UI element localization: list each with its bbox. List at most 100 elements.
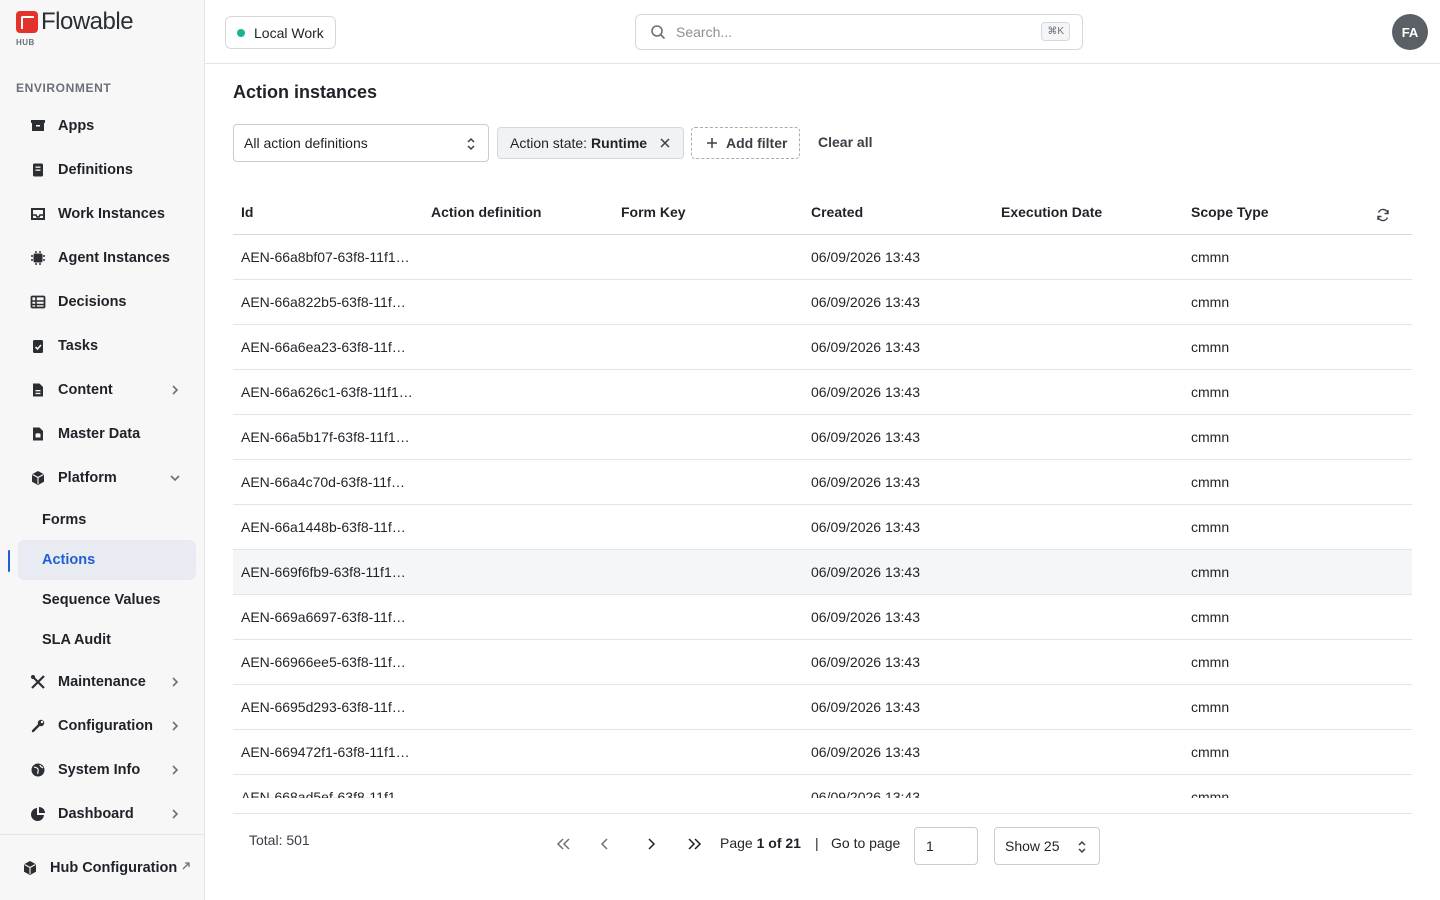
cell-created: 06/09/2026 13:43 bbox=[811, 249, 920, 265]
table-row[interactable]: AEN-669a6697-63f8-11f… 06/09/2026 13:43 cm… bbox=[233, 595, 1412, 640]
table-body: AEN-66a8bf07-63f8-11f1… 06/09/2026 13:43 c… bbox=[233, 235, 1412, 798]
cell-scope-type: cmmn bbox=[1191, 699, 1230, 715]
column-header-execution-date[interactable]: Execution Date bbox=[993, 204, 1183, 220]
table-row[interactable]: AEN-66966ee5-63f8-11f… 06/09/2026 13:43 cm… bbox=[233, 640, 1412, 685]
globe-icon bbox=[30, 762, 46, 778]
sidebar-item-content[interactable]: Content bbox=[18, 368, 196, 412]
sidebar-item-definitions[interactable]: Definitions bbox=[18, 148, 196, 192]
sidebar-subitem-sequence-values[interactable]: Sequence Values bbox=[18, 580, 196, 620]
user-avatar[interactable]: FA bbox=[1392, 14, 1428, 50]
shortcut-badge: ⌘K bbox=[1041, 22, 1070, 41]
column-header-scope-type[interactable]: Scope Type bbox=[1183, 204, 1373, 220]
sidebar-item-label: Dashboard bbox=[58, 806, 134, 822]
table-row[interactable]: AEN-66a822b5-63f8-11f… 06/09/2026 13:43 cm… bbox=[233, 280, 1412, 325]
clear-all-button[interactable]: Clear all bbox=[818, 134, 872, 150]
add-filter-label: Add filter bbox=[726, 135, 788, 151]
cell-created: 06/09/2026 13:43 bbox=[811, 564, 920, 580]
column-header-action-definition[interactable]: Action definition bbox=[423, 204, 613, 220]
previous-page-button[interactable] bbox=[595, 834, 615, 854]
column-header-id[interactable]: Id bbox=[233, 204, 423, 220]
sidebar-subitem-actions[interactable]: Actions bbox=[18, 540, 196, 580]
sidebar-item-tasks[interactable]: Tasks bbox=[18, 324, 196, 368]
sidebar-item-system-info[interactable]: System Info bbox=[18, 748, 196, 792]
select-arrows-icon bbox=[467, 137, 475, 151]
sidebar-item-label: Work Instances bbox=[58, 206, 165, 222]
cell-id: AEN-6695d293-63f8-11f… bbox=[241, 699, 406, 715]
table-row[interactable]: AEN-66a1448b-63f8-11f… 06/09/2026 13:43 cm… bbox=[233, 505, 1412, 550]
first-page-button[interactable] bbox=[553, 834, 573, 854]
select-arrows-icon bbox=[1078, 840, 1086, 854]
sidebar-item-label: Platform bbox=[58, 470, 117, 486]
sidebar-item-agent-instances[interactable]: Agent Instances bbox=[18, 236, 196, 280]
search-icon bbox=[651, 25, 666, 40]
global-search[interactable]: ⌘K bbox=[635, 14, 1083, 50]
table-row[interactable]: AEN-669472f1-63f8-11f1… 06/09/2026 13:43 c… bbox=[233, 730, 1412, 775]
table-row[interactable]: AEN-66a5b17f-63f8-11f1… 06/09/2026 13:43 c… bbox=[233, 415, 1412, 460]
sidebar-item-configuration[interactable]: Configuration bbox=[18, 704, 196, 748]
column-header-form-key[interactable]: Form Key bbox=[613, 204, 803, 220]
sidebar-item-maintenance[interactable]: Maintenance bbox=[18, 660, 196, 704]
refresh-icon[interactable] bbox=[1376, 208, 1390, 222]
logo-text: Flowable bbox=[41, 8, 134, 35]
sidebar-item-apps[interactable]: Apps bbox=[18, 104, 196, 148]
chevron-right-icon bbox=[172, 385, 179, 395]
cube-icon bbox=[22, 860, 38, 876]
go-to-page-input[interactable] bbox=[914, 827, 978, 865]
column-header-created[interactable]: Created bbox=[803, 204, 993, 220]
search-input[interactable] bbox=[676, 24, 1016, 40]
cell-id: AEN-669472f1-63f8-11f1… bbox=[241, 744, 410, 760]
flowable-logo[interactable]: Flowable bbox=[16, 8, 134, 35]
cell-created: 06/09/2026 13:43 bbox=[811, 294, 920, 310]
sidebar-item-platform[interactable]: Platform bbox=[18, 456, 196, 500]
sidebar-item-work-instances[interactable]: Work Instances bbox=[18, 192, 196, 236]
cell-created: 06/09/2026 13:43 bbox=[811, 699, 920, 715]
cube-icon bbox=[30, 470, 46, 486]
document-icon bbox=[30, 382, 46, 398]
sidebar-item-label: Decisions bbox=[58, 294, 127, 310]
next-page-button[interactable] bbox=[641, 834, 661, 854]
sidebar-subitem-forms[interactable]: Forms bbox=[18, 500, 196, 540]
table-row[interactable]: AEN-66a626c1-63f8-11f1… 06/09/2026 13:43 c… bbox=[233, 370, 1412, 415]
cell-scope-type: cmmn bbox=[1191, 429, 1230, 445]
sidebar-item-master-data[interactable]: Master Data bbox=[18, 412, 196, 456]
chevron-right-icon bbox=[648, 838, 656, 850]
sidebar-item-label: Tasks bbox=[58, 338, 99, 354]
table-row[interactable]: AEN-6695d293-63f8-11f… 06/09/2026 13:43 cm… bbox=[233, 685, 1412, 730]
cell-scope-type: cmmn bbox=[1191, 384, 1230, 400]
add-filter-button[interactable]: Add filter bbox=[691, 127, 801, 159]
chevron-down-icon bbox=[170, 475, 180, 482]
sidebar-item-dashboard[interactable]: Dashboard bbox=[18, 792, 196, 836]
inbox-icon bbox=[30, 206, 46, 222]
database-file-icon bbox=[30, 426, 46, 442]
last-page-button[interactable] bbox=[685, 834, 705, 854]
table-row[interactable]: AEN-66a4c70d-63f8-11f… 06/09/2026 13:43 cm… bbox=[233, 460, 1412, 505]
chevron-right-icon bbox=[172, 809, 179, 819]
cell-created: 06/09/2026 13:43 bbox=[811, 519, 920, 535]
cell-scope-type: cmmn bbox=[1191, 654, 1230, 670]
action-definition-select[interactable]: All action definitions bbox=[233, 124, 489, 162]
cell-id: AEN-668ad5ef-63f8-11f1… bbox=[241, 789, 410, 798]
cell-scope-type: cmmn bbox=[1191, 519, 1230, 535]
apps-box-icon bbox=[30, 118, 46, 134]
sidebar-subitem-sla-audit[interactable]: SLA Audit bbox=[18, 620, 196, 660]
table-row[interactable]: AEN-669f6fb9-63f8-11f1… 06/09/2026 13:43 c… bbox=[233, 550, 1412, 595]
filter-chip-action-state: Action state: Runtime bbox=[497, 127, 685, 159]
clipboard-check-icon bbox=[30, 338, 46, 354]
hub-configuration-link[interactable]: Hub Configuration bbox=[0, 834, 205, 900]
page-size-select[interactable]: Show 25 bbox=[994, 827, 1100, 865]
table-row[interactable]: AEN-66a8bf07-63f8-11f1… 06/09/2026 13:43 c… bbox=[233, 235, 1412, 280]
table-row[interactable]: AEN-668ad5ef-63f8-11f1… 06/09/2026 13:43 c… bbox=[233, 775, 1412, 798]
filter-chip-value: Runtime bbox=[591, 135, 648, 151]
cell-id: AEN-669f6fb9-63f8-11f1… bbox=[241, 564, 406, 580]
cell-scope-type: cmmn bbox=[1191, 564, 1230, 580]
workspace-selector[interactable]: Local Work bbox=[225, 16, 336, 49]
close-icon[interactable] bbox=[659, 137, 671, 149]
workspace-label: Local Work bbox=[254, 24, 324, 41]
sidebar: Flowable HUB ENVIRONMENT Apps Definition… bbox=[0, 0, 205, 900]
table-row[interactable]: AEN-66a6ea23-63f8-11f… 06/09/2026 13:43 cm… bbox=[233, 325, 1412, 370]
cell-created: 06/09/2026 13:43 bbox=[811, 609, 920, 625]
pie-chart-icon bbox=[30, 806, 46, 822]
sidebar-item-decisions[interactable]: Decisions bbox=[18, 280, 196, 324]
pagination-bar: Total: 501 Page 1 of 21 | Go to page Sho… bbox=[233, 813, 1412, 875]
go-to-page-label: Go to page bbox=[831, 835, 901, 851]
